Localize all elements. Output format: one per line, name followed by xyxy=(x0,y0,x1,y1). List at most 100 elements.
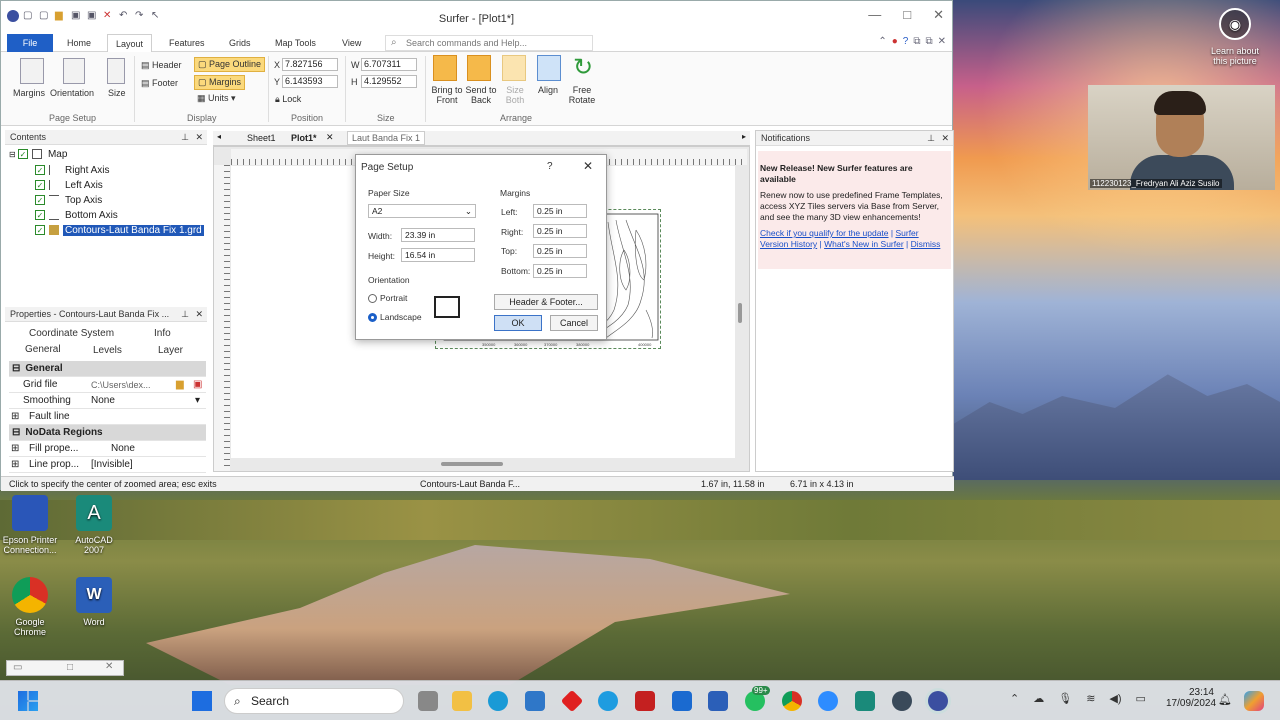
prop-fill[interactable]: ⊞ Fill prope... None xyxy=(9,441,206,457)
microphone-icon[interactable]: 🎙︎ xyxy=(1058,692,1072,705)
restore-icon[interactable]: ▭ xyxy=(13,662,22,673)
lock-button[interactable]: 🔒︎ Lock xyxy=(275,94,301,105)
volume-icon[interactable]: ◀︎) xyxy=(1109,692,1121,705)
edge-icon[interactable] xyxy=(488,691,508,711)
checkbox[interactable]: ✓ xyxy=(35,225,45,236)
tab-levels[interactable]: Levels xyxy=(93,345,122,356)
tree-item-top-axis[interactable]: ✓ Top Axis xyxy=(35,194,102,208)
desktop-icon-autocad[interactable]: A AutoCAD 2007 xyxy=(64,495,124,555)
header-footer-button[interactable]: Header & Footer... xyxy=(494,294,598,310)
horizontal-scrollbar[interactable] xyxy=(441,462,503,466)
folder-icon[interactable]: ▆ xyxy=(176,377,184,393)
tree-item-bottom-axis[interactable]: ✓ Bottom Axis xyxy=(35,209,118,223)
tab-home[interactable]: Home xyxy=(67,34,91,52)
zoom-icon[interactable] xyxy=(818,691,838,711)
windows-icon[interactable] xyxy=(192,691,212,711)
adobe-icon[interactable] xyxy=(560,689,584,713)
margin-right-input[interactable]: 0.25 in xyxy=(533,224,587,238)
rotate-icon[interactable]: ↻ xyxy=(571,55,595,81)
close-icon[interactable]: ✕ xyxy=(105,661,113,672)
margins-toggle[interactable]: ▢ Margins xyxy=(194,75,246,90)
close-icon[interactable]: ✕ xyxy=(938,36,946,47)
prop-smoothing[interactable]: Smoothing None ▾ xyxy=(9,393,206,409)
notification-bell-icon[interactable]: 🔔︎ xyxy=(1218,693,1232,706)
tab-grids[interactable]: Grids xyxy=(229,34,251,52)
checkbox[interactable]: ✓ xyxy=(35,210,45,221)
help-icon[interactable]: ? xyxy=(903,36,909,47)
doc-tab-laut-banda[interactable]: Laut Banda Fix 1 xyxy=(347,131,426,145)
restore-icon[interactable]: ⧉ xyxy=(913,36,920,47)
dialog-close-button[interactable]: ✕ xyxy=(583,159,593,173)
prop-grid-file[interactable]: Grid file C:\Users\dex... ▆ ▣ xyxy=(9,377,206,393)
tree-item-contours[interactable]: ✓ Contours-Laut Banda Fix 1.grd xyxy=(35,224,204,238)
close-tab-icon[interactable]: ✕ xyxy=(326,132,334,143)
size-icon[interactable] xyxy=(107,58,125,84)
chevron-down-icon[interactable]: ▾ xyxy=(195,393,200,409)
tab-view[interactable]: View xyxy=(342,34,361,52)
tree-item-map[interactable]: ⊟ ✓ Map xyxy=(9,148,67,162)
scroll-left-icon[interactable]: ◂ xyxy=(217,132,221,141)
tab-file[interactable]: File xyxy=(7,34,53,52)
margin-left-input[interactable]: 0.25 in xyxy=(533,204,587,218)
dismiss-link[interactable]: Dismiss xyxy=(911,239,941,249)
send-to-back-icon[interactable] xyxy=(467,55,491,81)
taskbar-search[interactable]: ⌕ Search xyxy=(224,688,404,714)
line-value[interactable]: [Invisible] xyxy=(91,457,133,473)
margins-button[interactable]: Margins xyxy=(13,88,45,98)
prop-line[interactable]: ⊞ Line prop... [Invisible] xyxy=(9,457,206,473)
height-input[interactable]: 4.129552 xyxy=(361,75,417,88)
doc-tab-sheet1[interactable]: Sheet1 xyxy=(247,133,276,143)
width-input[interactable]: 6.707311 xyxy=(361,58,417,71)
doc-tab-plot1[interactable]: Plot1* xyxy=(291,133,317,143)
chrome-taskbar-icon[interactable] xyxy=(782,691,802,711)
section-general[interactable]: ⊟ General xyxy=(9,361,206,377)
close-button[interactable]: ✕ xyxy=(933,7,944,23)
autocad-taskbar-icon[interactable] xyxy=(855,691,875,711)
header-button[interactable]: ▤ Header xyxy=(141,60,182,71)
vertical-scrollbar[interactable] xyxy=(738,303,742,323)
checkbox[interactable]: ✓ xyxy=(17,149,28,160)
align-button[interactable]: Align xyxy=(538,85,558,95)
notification-icon[interactable]: ● xyxy=(892,36,898,47)
margin-top-input[interactable]: 0.25 in xyxy=(533,244,587,258)
qualify-link[interactable]: Check if you qualify for the update xyxy=(760,228,889,238)
footer-button[interactable]: ▤ Footer xyxy=(141,78,178,89)
save-icon[interactable]: ▣ xyxy=(193,377,202,393)
app-icon[interactable] xyxy=(892,691,912,711)
smoothing-select[interactable]: None xyxy=(91,393,115,409)
store-icon[interactable] xyxy=(525,691,545,711)
surfer-taskbar-icon[interactable] xyxy=(928,691,948,711)
cancel-button[interactable]: Cancel xyxy=(550,315,598,331)
bring-to-front-button[interactable]: Bring to Front xyxy=(431,85,463,105)
outlook-icon[interactable] xyxy=(672,691,692,711)
tab-layout[interactable]: Layout xyxy=(107,34,153,52)
collapse-toggle-icon[interactable]: ⊟ xyxy=(9,150,18,159)
paper-width-input[interactable]: 23.39 in xyxy=(401,228,475,242)
section-nodata[interactable]: ⊟ NoData Regions xyxy=(9,425,206,441)
tab-info[interactable]: Info xyxy=(154,328,171,339)
tab-map-tools[interactable]: Map Tools xyxy=(275,34,316,52)
maximize-icon[interactable]: □ xyxy=(67,662,73,673)
checkbox[interactable]: ✓ xyxy=(35,165,45,176)
collapse-icon[interactable]: ⌃ xyxy=(878,36,886,47)
zoom-app-icon[interactable] xyxy=(598,691,618,711)
pin-icon[interactable]: ⊥ xyxy=(181,307,189,321)
close-icon[interactable]: ✕ xyxy=(941,131,949,145)
mcafee-icon[interactable] xyxy=(635,691,655,711)
chevron-up-icon[interactable]: ⌃ xyxy=(1010,692,1019,705)
landscape-radio[interactable]: Landscape xyxy=(368,312,422,323)
pin-icon[interactable]: ⊥ xyxy=(181,130,189,144)
send-to-back-button[interactable]: Send to Back xyxy=(465,85,497,105)
desktop-icon-chrome[interactable]: Google Chrome xyxy=(0,577,60,637)
portrait-radio[interactable]: Portrait xyxy=(368,293,407,304)
task-view-icon[interactable] xyxy=(418,691,438,711)
desktop-icon-word[interactable]: W Word xyxy=(64,577,124,627)
margins-icon[interactable] xyxy=(20,58,44,84)
restore-icon[interactable]: ⧉ xyxy=(925,36,932,47)
scroll-right-icon[interactable]: ▸ xyxy=(742,132,746,141)
desktop-icon-epson[interactable]: Epson Printer Connection... xyxy=(0,495,60,555)
fill-value[interactable]: None xyxy=(111,441,135,457)
close-icon[interactable]: ✕ xyxy=(195,130,203,144)
paper-size-select[interactable]: A2 ⌄ xyxy=(368,204,476,218)
align-icon[interactable] xyxy=(537,55,561,81)
